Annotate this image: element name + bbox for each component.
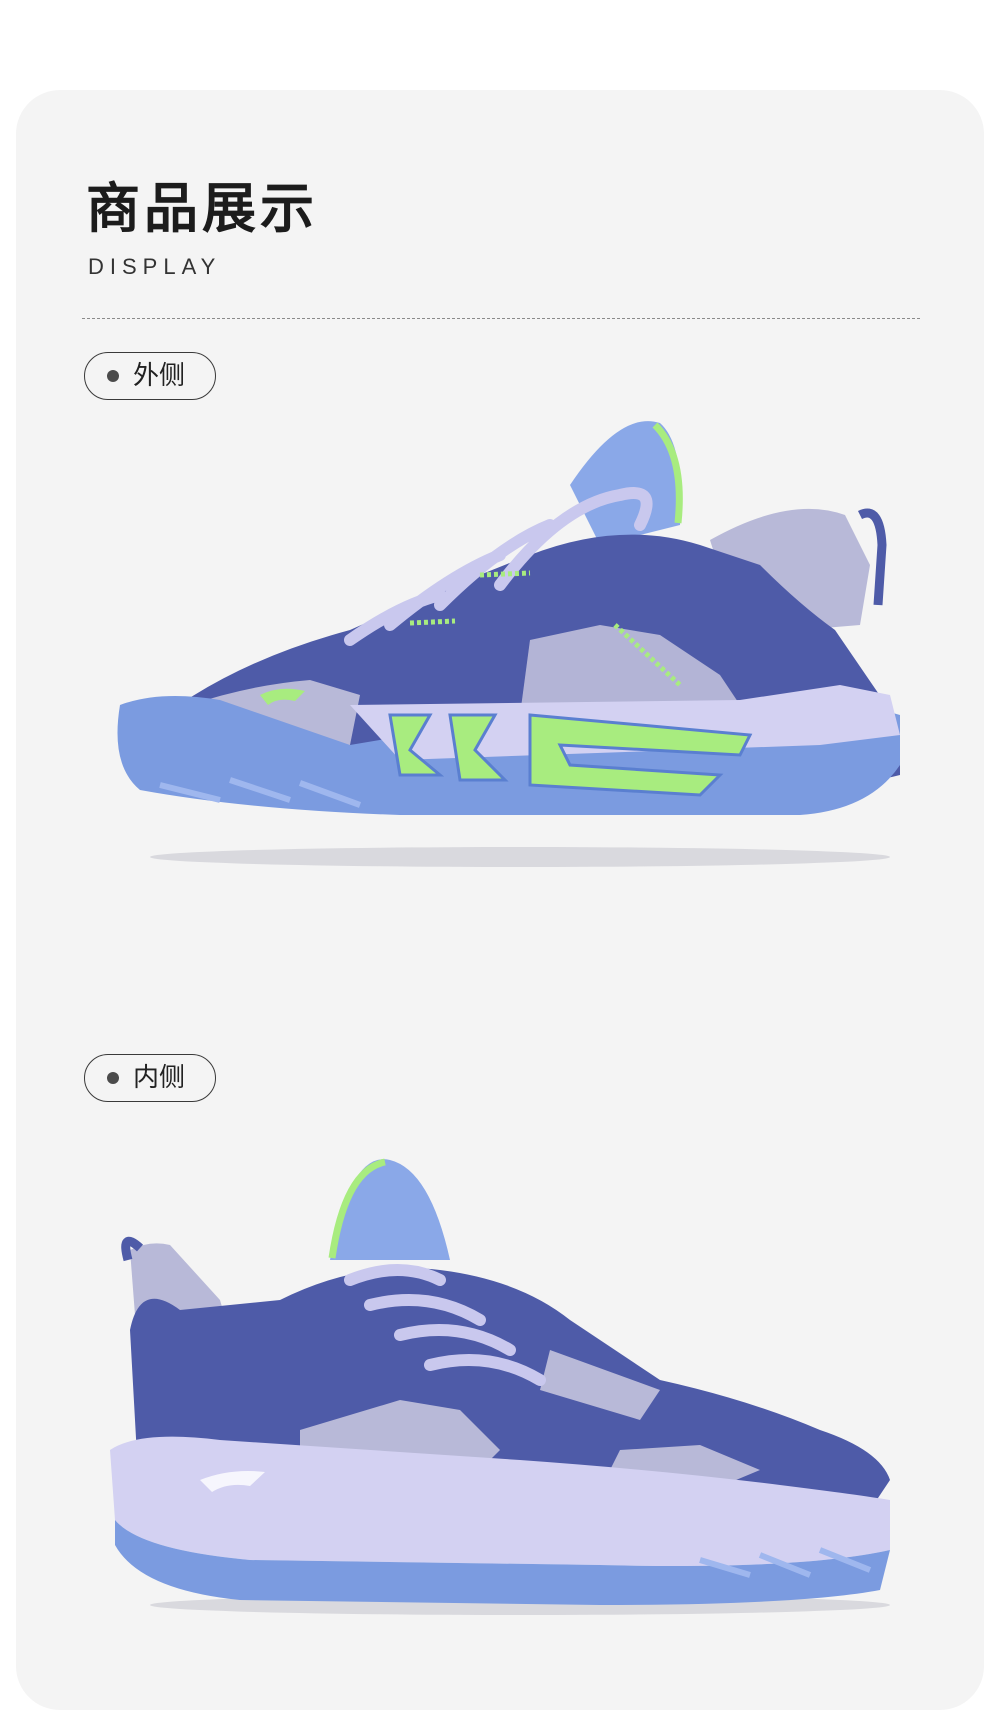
shoe-lateral-view <box>117 421 900 867</box>
section-subtitle: DISPLAY <box>88 254 222 279</box>
view-tag-lateral: 外侧 <box>84 352 216 400</box>
bullet-dot-icon <box>107 370 119 382</box>
section-title: 商品展示 <box>86 177 318 240</box>
dashed-divider <box>82 318 920 319</box>
shoe-medial-view <box>110 1158 890 1615</box>
bullet-dot-icon <box>107 1072 119 1084</box>
view-tag-label: 外侧 <box>133 361 186 391</box>
view-tag-medial: 内侧 <box>84 1054 216 1102</box>
view-tag-label: 内侧 <box>133 1063 186 1093</box>
